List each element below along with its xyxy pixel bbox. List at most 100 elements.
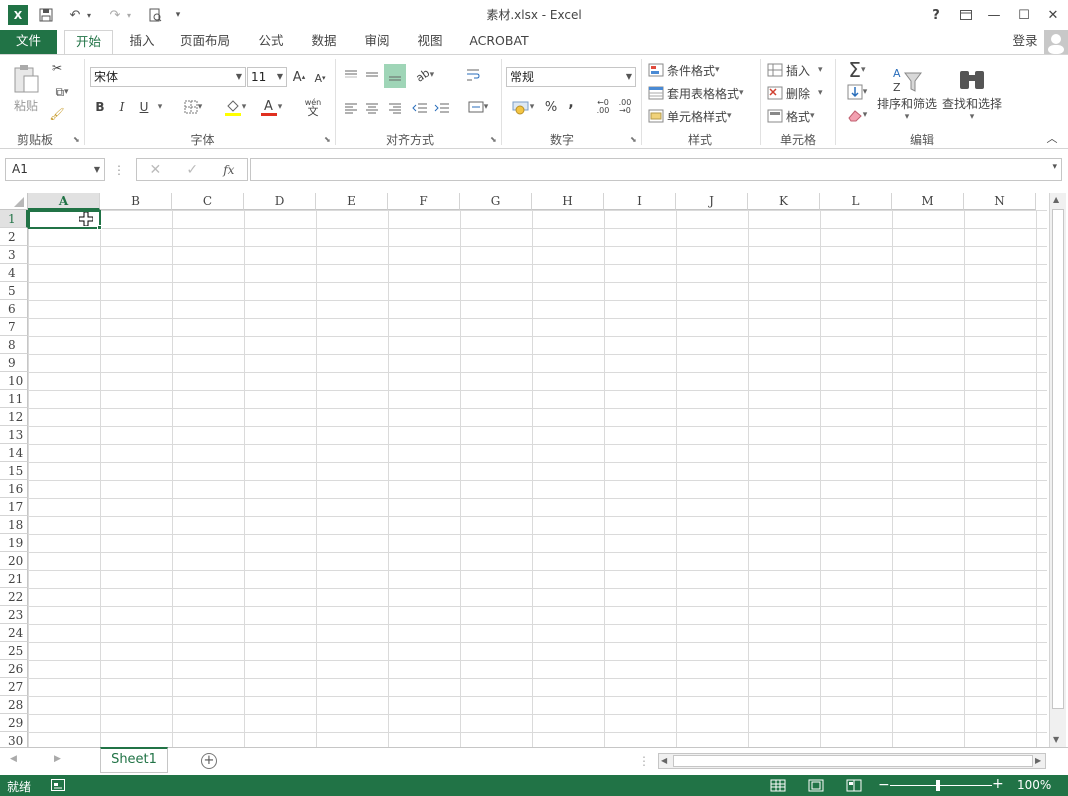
select-all-button[interactable]	[0, 193, 28, 210]
maximize-button[interactable]: ☐	[1013, 5, 1035, 25]
format-as-table-button[interactable]: 套用表格格式 ▾	[648, 83, 752, 103]
row-header-18[interactable]: 18	[0, 516, 28, 534]
formula-bar-handle-icon[interactable]: ⋮	[113, 162, 125, 178]
tab-acrobat[interactable]: ACROBAT	[462, 30, 536, 54]
column-header-l[interactable]: L	[820, 193, 892, 210]
shrink-font-button[interactable]: A ▾	[312, 70, 328, 86]
row-header-2[interactable]: 2	[0, 228, 28, 246]
comma-style-button[interactable]: ,	[564, 93, 578, 113]
row-header-8[interactable]: 8	[0, 336, 28, 354]
row-header-11[interactable]: 11	[0, 390, 28, 408]
decrease-decimal-icon[interactable]: .00 →0	[615, 97, 635, 117]
align-right-icon[interactable]	[385, 99, 405, 117]
tab-formulas[interactable]: 公式	[250, 30, 292, 54]
sheet-tab-sheet1[interactable]: Sheet1	[100, 747, 168, 773]
font-name-select[interactable]: 宋体 ▼	[90, 67, 246, 87]
row-header-13[interactable]: 13	[0, 426, 28, 444]
close-button[interactable]: ✕	[1042, 5, 1064, 25]
row-header-25[interactable]: 25	[0, 642, 28, 660]
column-header-j[interactable]: J	[676, 193, 748, 210]
cut-icon[interactable]: ✂	[48, 59, 66, 77]
align-left-icon[interactable]	[341, 99, 361, 117]
row-header-20[interactable]: 20	[0, 552, 28, 570]
page-layout-view-icon[interactable]	[808, 779, 824, 792]
phonetic-guide-button[interactable]: wén 文	[298, 95, 328, 119]
zoom-out-button[interactable]: −	[878, 777, 890, 793]
column-header-f[interactable]: F	[388, 193, 460, 210]
column-header-k[interactable]: K	[748, 193, 820, 210]
percent-button[interactable]: %	[543, 97, 559, 117]
new-sheet-icon[interactable]: +	[201, 753, 217, 769]
row-header-14[interactable]: 14	[0, 444, 28, 462]
help-button[interactable]: ?	[925, 5, 947, 25]
tab-view[interactable]: 视图	[410, 30, 450, 54]
row-header-26[interactable]: 26	[0, 660, 28, 678]
number-launcher-icon[interactable]: ⬊	[630, 135, 637, 144]
row-header-3[interactable]: 3	[0, 246, 28, 264]
column-header-a[interactable]: A	[28, 193, 100, 210]
orientation-button[interactable]: ab ▾	[411, 65, 439, 85]
column-header-m[interactable]: M	[892, 193, 964, 210]
worksheet-grid[interactable]: ABCDEFGHIJKLMN 1 2 3 4 5 6 7 8 9 10 11 12 13 14 15 16 17…	[0, 193, 1047, 747]
horizontal-scrollbar[interactable]: ◀ ▶	[658, 753, 1046, 769]
bottom-align-icon[interactable]	[384, 64, 406, 88]
avatar[interactable]	[1044, 30, 1068, 54]
next-sheet-icon[interactable]: ▶	[54, 754, 61, 764]
fill-button[interactable]: ▾	[841, 82, 873, 102]
collapse-ribbon-icon[interactable]: ︿	[1045, 131, 1059, 145]
row-header-28[interactable]: 28	[0, 696, 28, 714]
row-header-19[interactable]: 19	[0, 534, 28, 552]
row-header-7[interactable]: 7	[0, 318, 28, 336]
tab-page-layout[interactable]: 页面布局	[174, 30, 236, 54]
hscroll-thumb[interactable]	[673, 755, 1033, 767]
row-header-6[interactable]: 6	[0, 300, 28, 318]
minimize-button[interactable]: —	[983, 5, 1005, 25]
row-header-10[interactable]: 10	[0, 372, 28, 390]
row-header-16[interactable]: 16	[0, 480, 28, 498]
vertical-scrollbar[interactable]: ▲ ▼	[1049, 193, 1066, 747]
normal-view-icon[interactable]	[770, 779, 786, 792]
row-header-5[interactable]: 5	[0, 282, 28, 300]
tab-home[interactable]: 开始	[64, 30, 113, 55]
page-break-view-icon[interactable]	[846, 779, 862, 792]
format-painter-icon[interactable]: 🖌	[48, 105, 66, 123]
cell-styles-button[interactable]: 单元格样式 ▾	[648, 106, 740, 126]
tab-file[interactable]: 文件	[0, 30, 57, 54]
tab-insert[interactable]: 插入	[122, 30, 162, 54]
underline-dropdown-icon[interactable]: ▾	[155, 98, 165, 116]
clipboard-launcher-icon[interactable]: ⬊	[73, 135, 80, 144]
conditional-formatting-button[interactable]: 条件格式 ▾	[648, 60, 730, 80]
fill-color-button[interactable]: ▾	[220, 97, 250, 117]
zoom-slider-thumb[interactable]	[936, 780, 940, 791]
row-header-30[interactable]: 30	[0, 732, 28, 747]
delete-cells-button[interactable]: 删除 ▾	[767, 83, 829, 103]
alignment-launcher-icon[interactable]: ⬊	[490, 135, 497, 144]
name-box[interactable]: A1 ▼	[5, 158, 105, 181]
ribbon-display-options-icon[interactable]	[955, 5, 977, 25]
number-format-select[interactable]: 常规 ▼	[506, 67, 636, 87]
scroll-down-icon[interactable]: ▼	[1053, 735, 1059, 744]
insert-function-button[interactable]: fx	[223, 163, 234, 177]
increase-indent-icon[interactable]	[432, 99, 452, 117]
scroll-left-icon[interactable]: ◀	[661, 756, 667, 765]
font-launcher-icon[interactable]: ⬊	[324, 135, 331, 144]
scroll-up-icon[interactable]: ▲	[1053, 195, 1059, 204]
macro-record-icon[interactable]	[51, 779, 65, 791]
column-header-g[interactable]: G	[460, 193, 532, 210]
zoom-level[interactable]: 100%	[1017, 778, 1051, 792]
row-header-27[interactable]: 27	[0, 678, 28, 696]
row-header-15[interactable]: 15	[0, 462, 28, 480]
column-header-i[interactable]: I	[604, 193, 676, 210]
column-header-c[interactable]: C	[172, 193, 244, 210]
column-header-h[interactable]: H	[532, 193, 604, 210]
increase-decimal-icon[interactable]: ←0.00	[593, 97, 613, 117]
wrap-text-icon[interactable]	[463, 65, 483, 85]
row-header-4[interactable]: 4	[0, 264, 28, 282]
middle-align-icon[interactable]	[362, 65, 382, 85]
insert-cells-button[interactable]: 插入 ▾	[767, 60, 829, 80]
autosum-button[interactable]: Σ ▾	[841, 58, 873, 82]
grow-font-button[interactable]: A ▴	[291, 68, 307, 86]
row-header-24[interactable]: 24	[0, 624, 28, 642]
row-header-22[interactable]: 22	[0, 588, 28, 606]
top-align-icon[interactable]	[341, 65, 361, 85]
